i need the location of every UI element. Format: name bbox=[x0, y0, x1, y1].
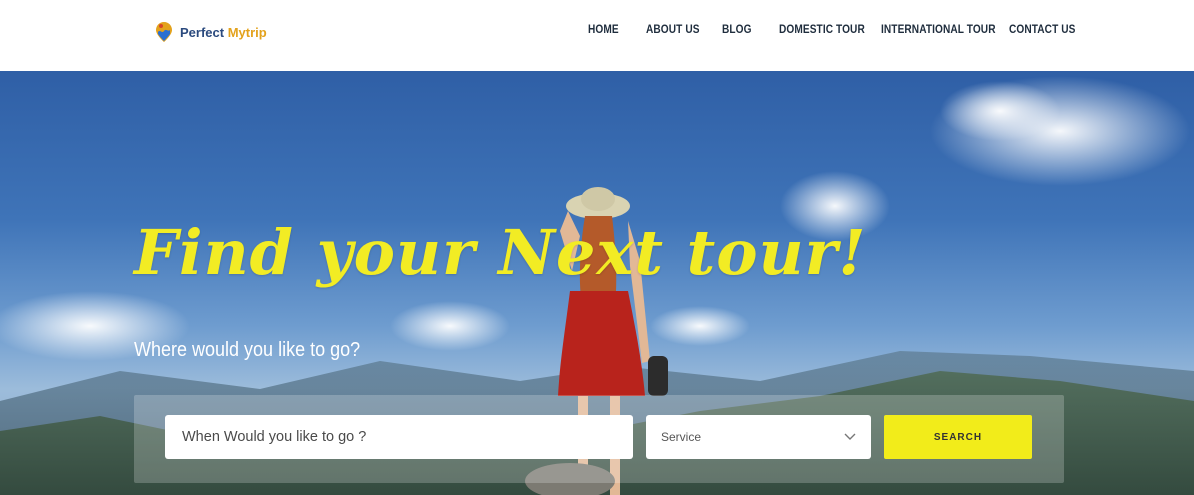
brand-name-part1: Perfect bbox=[180, 24, 225, 40]
nav-about-us[interactable]: ABOUT US bbox=[646, 24, 700, 36]
map-pin-logo-icon bbox=[156, 22, 172, 42]
search-panel: Service SEARCH bbox=[134, 395, 1064, 483]
brand-name: Perfect Mytrip bbox=[180, 25, 267, 40]
nav-blog[interactable]: BLOG bbox=[722, 24, 752, 36]
service-select-label: Service bbox=[661, 430, 702, 444]
nav-contact-us[interactable]: CONTACT US bbox=[1009, 24, 1075, 36]
nav-home[interactable]: HOME bbox=[588, 24, 619, 36]
nav-domestic-tour[interactable]: DOMESTIC TOUR bbox=[779, 24, 865, 36]
hero-banner: Find your Next tour! Where would you lik… bbox=[0, 71, 1194, 495]
nav-international-tour[interactable]: INTERNATIONAL TOUR bbox=[881, 24, 996, 36]
search-button[interactable]: SEARCH bbox=[884, 415, 1032, 459]
chevron-down-icon bbox=[844, 433, 856, 440]
hero-headline: Find your Next tour! bbox=[134, 216, 867, 289]
search-input[interactable] bbox=[165, 415, 633, 459]
brand-logo[interactable]: Perfect Mytrip bbox=[152, 20, 267, 44]
service-select[interactable]: Service bbox=[646, 415, 871, 459]
site-header: Perfect Mytrip HOME ABOUT US BLOG DOMEST… bbox=[0, 0, 1194, 71]
hero-subheadline: Where would you like to go? bbox=[134, 339, 361, 361]
brand-name-part2: Mytrip bbox=[227, 24, 267, 40]
